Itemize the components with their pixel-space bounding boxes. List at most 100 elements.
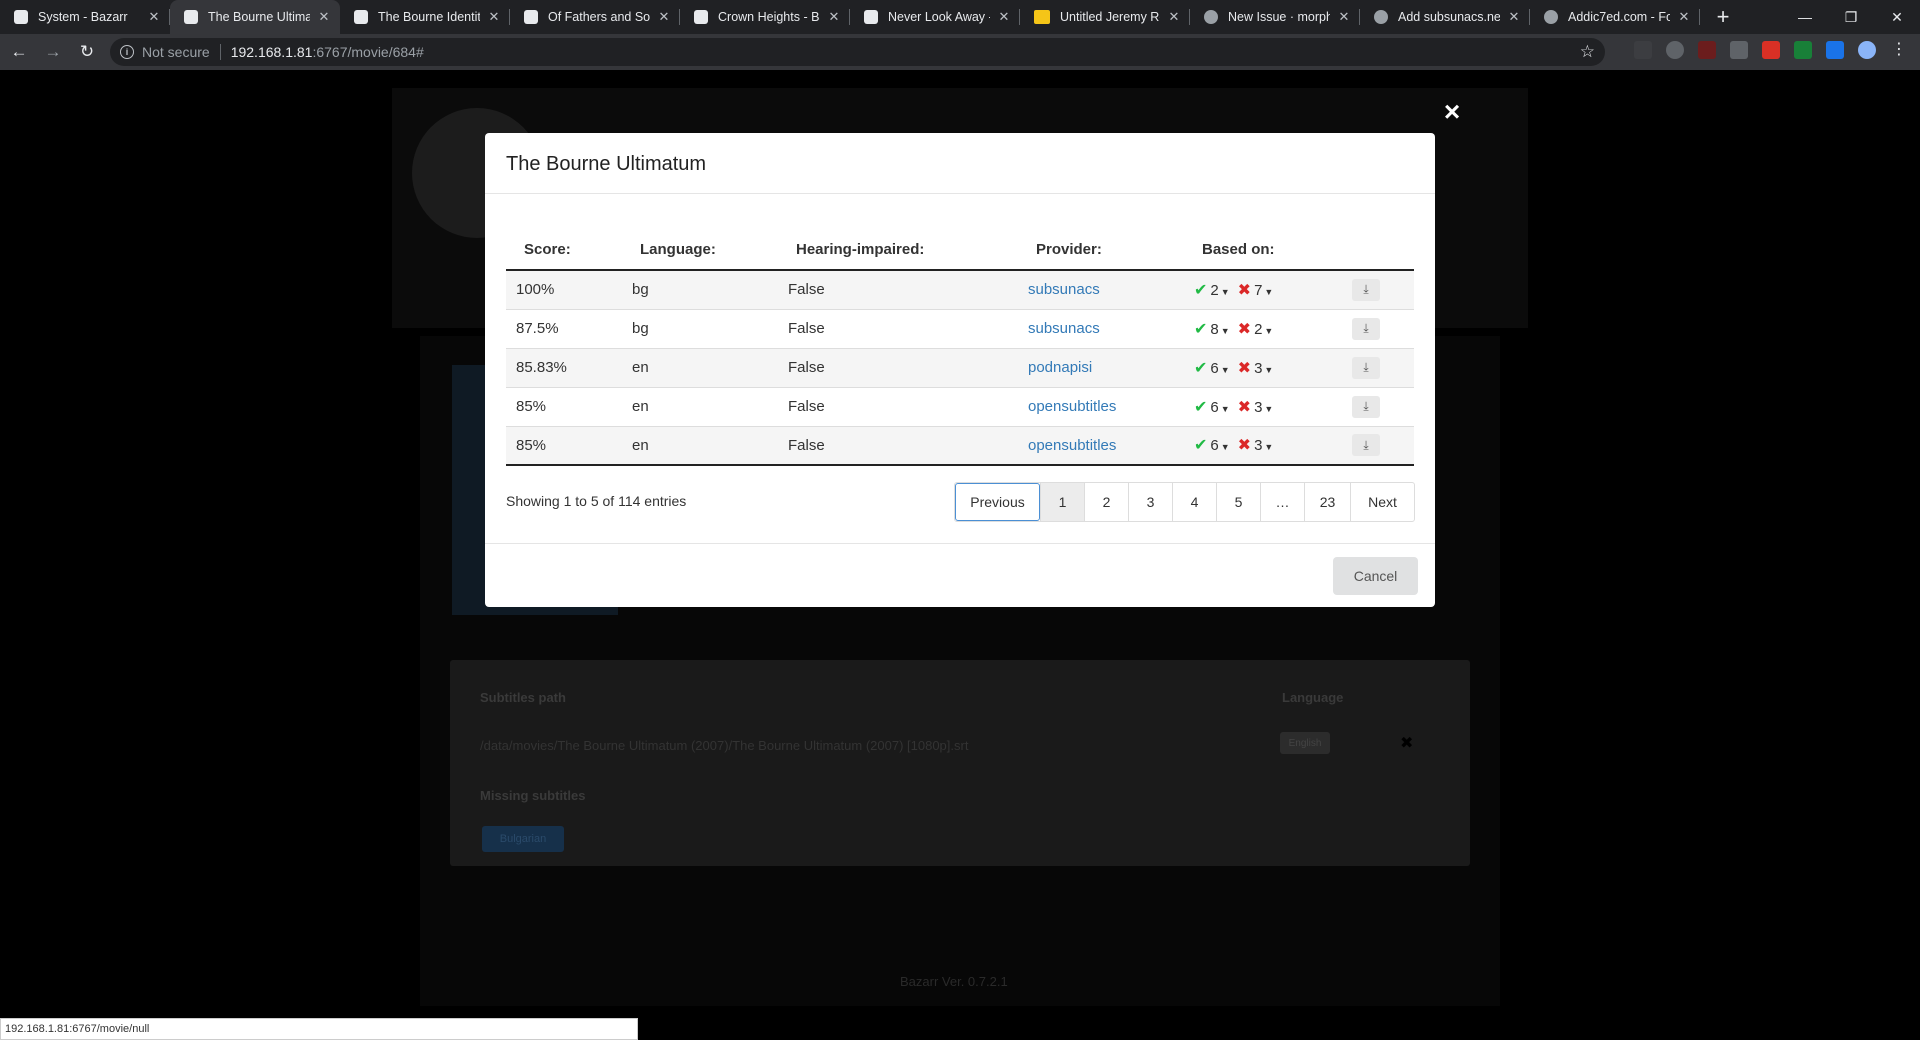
download-icon[interactable]: ⤓ <box>1352 278 1380 301</box>
matched-count[interactable]: 6 <box>1210 399 1218 416</box>
browser-tab[interactable]: Untitled Jeremy Re ✕ <box>1020 0 1190 34</box>
provider-link[interactable]: subsunacs <box>1028 281 1100 298</box>
cancel-button[interactable]: Cancel <box>1333 557 1418 595</box>
tab-favicon-icon <box>354 10 368 24</box>
page-button-23[interactable]: 23 <box>1304 483 1350 521</box>
download-icon[interactable]: ⤓ <box>1352 434 1380 457</box>
security-label: Not secure <box>142 44 210 60</box>
page-button-2[interactable]: 2 <box>1084 483 1128 521</box>
address-bar[interactable]: i Not secure 192.168.1.81 :6767/movie/68… <box>110 38 1605 66</box>
unmatched-count[interactable]: 3 <box>1254 437 1262 454</box>
matched-count[interactable]: 6 <box>1210 360 1218 377</box>
delete-subtitle-icon[interactable]: ✖ <box>1400 733 1413 753</box>
tab-close-icon[interactable]: ✕ <box>1166 9 1182 25</box>
extension-blue-icon[interactable] <box>1826 41 1844 59</box>
reload-button[interactable]: ↻ <box>72 37 102 67</box>
caret-down-icon[interactable]: ▼ <box>1264 442 1273 452</box>
restore-button[interactable]: ❐ <box>1828 0 1874 34</box>
modal-footer: Cancel <box>485 543 1435 607</box>
forward-button[interactable]: → <box>38 37 68 67</box>
col-hearing-impaired[interactable]: Hearing-impaired: <box>778 230 1018 271</box>
page-button-4[interactable]: 4 <box>1172 483 1216 521</box>
caret-down-icon[interactable]: ▼ <box>1264 365 1273 375</box>
col-actions <box>1334 230 1414 271</box>
browser-tab[interactable]: Add subsunacs.net ✕ <box>1360 0 1530 34</box>
caret-down-icon[interactable]: ▼ <box>1264 404 1273 414</box>
unmatched-count[interactable]: 3 <box>1254 360 1262 377</box>
extension-check-icon[interactable] <box>1794 41 1812 59</box>
browser-tab[interactable]: New Issue · morphe ✕ <box>1190 0 1360 34</box>
back-button[interactable]: ← <box>4 37 34 67</box>
new-tab-button[interactable]: + <box>1706 0 1740 34</box>
browser-tab[interactable]: Never Look Away - ✕ <box>850 0 1020 34</box>
provider-link[interactable]: opensubtitles <box>1028 437 1116 454</box>
browser-tab[interactable]: Of Fathers and Sons ✕ <box>510 0 680 34</box>
browser-tab[interactable]: The Bourne Ultimatum ✕ <box>170 0 340 34</box>
tab-close-icon[interactable]: ✕ <box>826 9 842 25</box>
browser-tab[interactable]: The Bourne Identity ✕ <box>340 0 510 34</box>
caret-down-icon[interactable]: ▼ <box>1264 326 1273 336</box>
tab-close-icon[interactable]: ✕ <box>316 9 332 25</box>
result-row: 100% bg False subsunacs ✔ 2 ▼ ✖ 7 ▼ ⤓ <box>506 269 1414 309</box>
table-header-row: Score: Language: Hearing-impaired: Provi… <box>506 230 1414 271</box>
page-button-3[interactable]: 3 <box>1128 483 1172 521</box>
provider-link[interactable]: podnapisi <box>1028 359 1092 376</box>
modal-close-icon[interactable]: × <box>1440 96 1464 127</box>
page-button-1[interactable]: 1 <box>1040 483 1084 521</box>
cross-icon: ✖ <box>1237 359 1252 377</box>
caret-down-icon[interactable]: ▼ <box>1264 287 1273 297</box>
close-window-button[interactable]: ✕ <box>1874 0 1920 34</box>
caret-down-icon[interactable]: ▼ <box>1221 365 1230 375</box>
caret-down-icon[interactable]: ▼ <box>1221 442 1230 452</box>
next-page-button[interactable]: Next <box>1350 483 1414 521</box>
col-language[interactable]: Language: <box>622 230 778 271</box>
bookmark-star-icon[interactable]: ☆ <box>1580 42 1595 62</box>
extension-h-icon[interactable] <box>1698 41 1716 59</box>
row-provider: subsunacs <box>1018 308 1184 348</box>
matched-count[interactable]: 6 <box>1210 437 1218 454</box>
menu-icon[interactable]: ⋮ <box>1890 41 1908 59</box>
profile-avatar[interactable] <box>1858 41 1876 59</box>
tab-close-icon[interactable]: ✕ <box>656 9 672 25</box>
previous-page-button[interactable]: Previous <box>955 483 1040 521</box>
unmatched-count[interactable]: 3 <box>1254 399 1262 416</box>
extension-shield-icon[interactable] <box>1730 41 1748 59</box>
row-hearing-impaired: False <box>778 269 1018 309</box>
col-score[interactable]: Score: <box>506 230 622 271</box>
info-icon[interactable]: i <box>120 45 134 59</box>
download-icon[interactable]: ⤓ <box>1352 395 1380 418</box>
download-icon[interactable]: ⤓ <box>1352 317 1380 340</box>
unmatched-count[interactable]: 7 <box>1254 282 1262 299</box>
caret-down-icon[interactable]: ▼ <box>1221 404 1230 414</box>
col-provider[interactable]: Provider: <box>1018 230 1184 271</box>
browser-tab[interactable]: System - Bazarr ✕ <box>0 0 170 34</box>
browser-tab[interactable]: Crown Heights - Ba ✕ <box>680 0 850 34</box>
extension-bolt-icon[interactable] <box>1634 41 1652 59</box>
provider-link[interactable]: subsunacs <box>1028 320 1100 337</box>
download-icon[interactable]: ⤓ <box>1352 356 1380 379</box>
browser-tab[interactable]: Addic7ed.com - For ✕ <box>1530 0 1700 34</box>
col-based-on[interactable]: Based on: <box>1184 230 1334 271</box>
search-bulgarian-button[interactable]: Bulgarian <box>482 826 564 852</box>
provider-link[interactable]: opensubtitles <box>1028 398 1116 415</box>
tab-close-icon[interactable]: ✕ <box>486 9 502 25</box>
minimize-button[interactable]: — <box>1782 0 1828 34</box>
tab-close-icon[interactable]: ✕ <box>1506 9 1522 25</box>
row-hearing-impaired: False <box>778 425 1018 466</box>
tab-close-icon[interactable]: ✕ <box>996 9 1012 25</box>
tab-favicon-icon <box>14 10 28 24</box>
tab-close-icon[interactable]: ✕ <box>146 9 162 25</box>
tab-close-icon[interactable]: ✕ <box>1676 9 1692 25</box>
matched-count[interactable]: 2 <box>1210 282 1218 299</box>
tab-close-icon[interactable]: ✕ <box>1336 9 1352 25</box>
missing-subtitles-label: Missing subtitles <box>480 788 586 803</box>
caret-down-icon[interactable]: ▼ <box>1221 287 1230 297</box>
matched-count[interactable]: 8 <box>1210 321 1218 338</box>
row-score: 85% <box>506 386 622 426</box>
caret-down-icon[interactable]: ▼ <box>1221 326 1230 336</box>
unmatched-count[interactable]: 2 <box>1254 321 1262 338</box>
page-button-5[interactable]: 5 <box>1216 483 1260 521</box>
extension-badge-icon[interactable] <box>1762 41 1780 59</box>
extension-drive-icon[interactable] <box>1666 41 1684 59</box>
entries-info: Showing 1 to 5 of 114 entries <box>506 493 687 509</box>
